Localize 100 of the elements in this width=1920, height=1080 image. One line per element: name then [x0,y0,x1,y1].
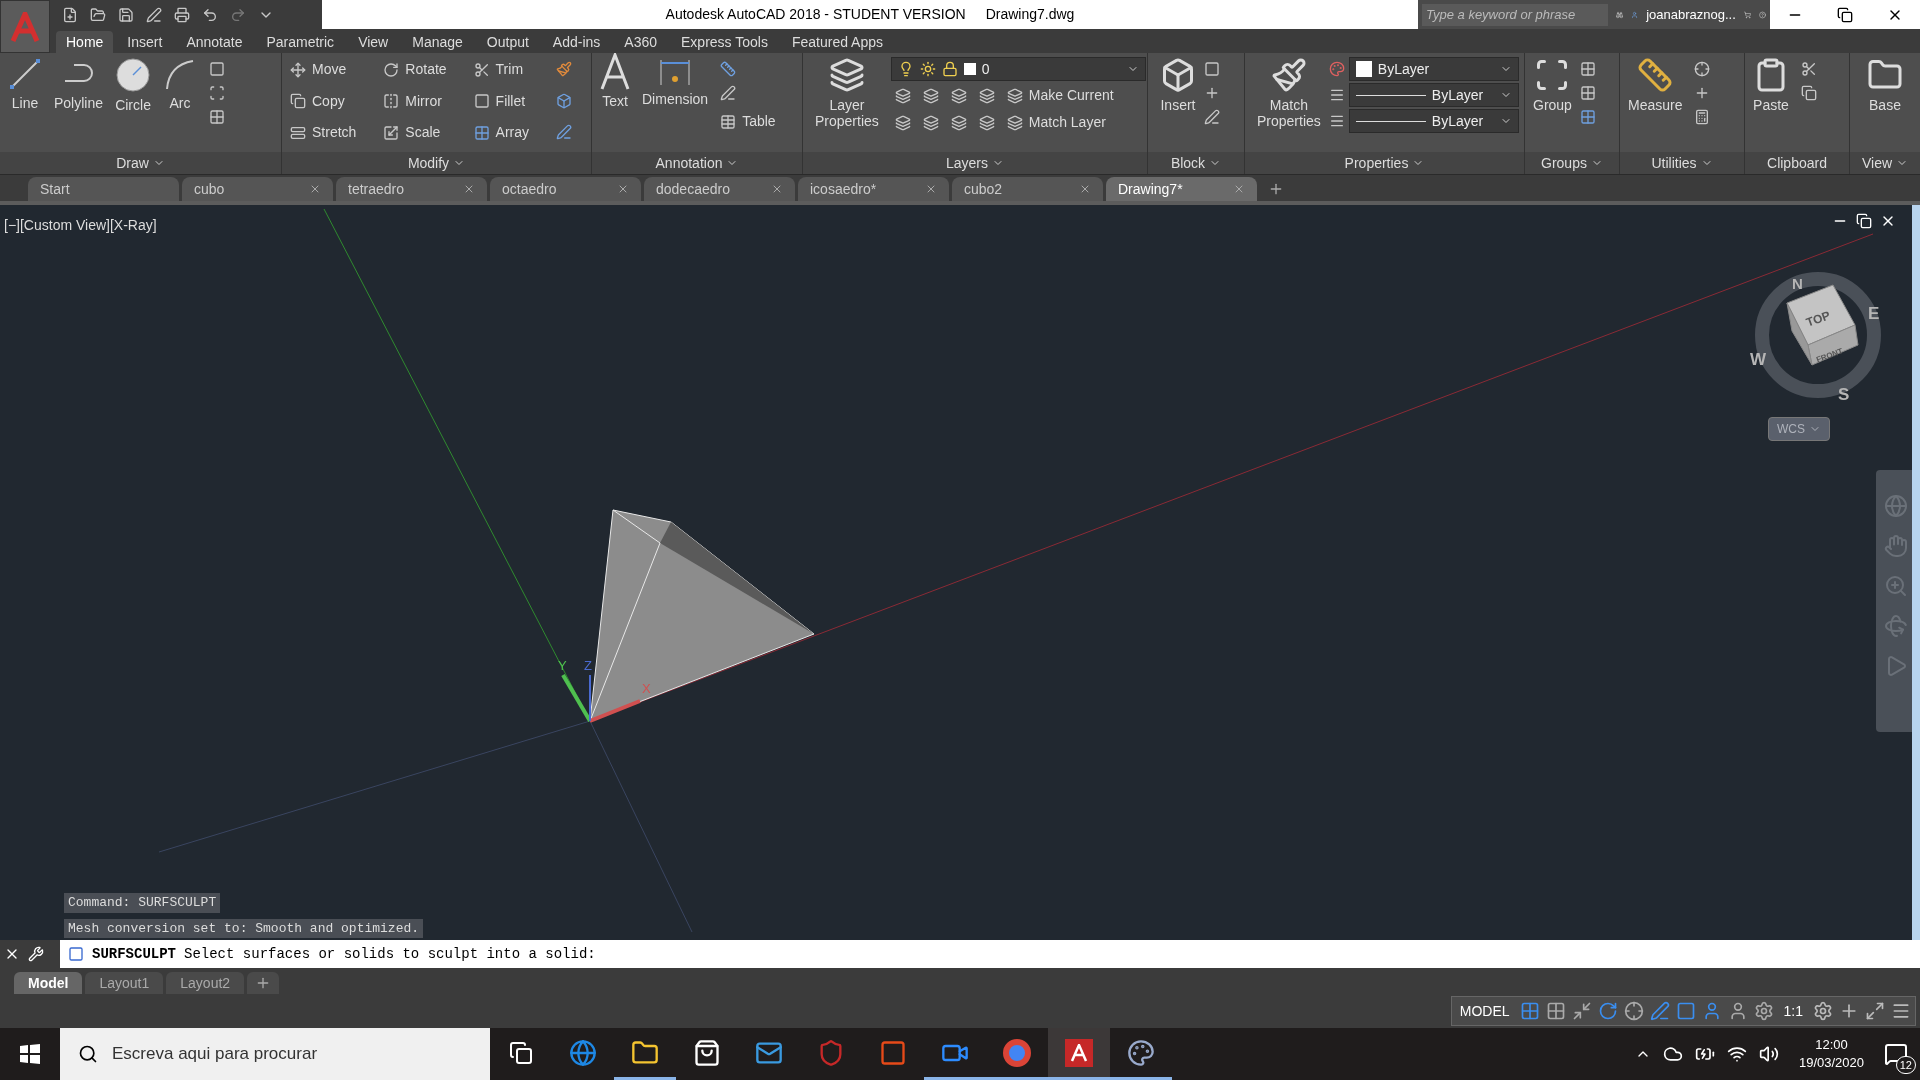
close-tab-icon[interactable] [617,183,629,195]
cut-icon[interactable] [1801,61,1817,77]
ribbon-tab[interactable]: Home [56,31,114,53]
user-name[interactable]: joanabraznog... [1646,4,1736,25]
scale-icon[interactable] [383,124,400,141]
restore-icon[interactable] [1837,6,1853,23]
region-icon[interactable] [209,109,226,125]
ribbon-tool-button[interactable]: Move [290,57,368,82]
match-properties-icon[interactable] [1270,57,1307,93]
viewport-label[interactable]: [−][Custom View][X-Ray] [4,217,157,233]
document-tab[interactable]: cubo [182,177,333,201]
linetype-icon[interactable] [1328,113,1345,129]
grid-icon[interactable] [473,124,490,141]
document-tab[interactable]: cubo2 [952,177,1103,201]
add-layout-button[interactable] [247,972,280,994]
menu-icon[interactable] [1891,1001,1911,1021]
ribbon-tab[interactable]: Parametric [256,31,345,53]
status-toggle-icon[interactable] [1519,1001,1540,1021]
ribbon-tab[interactable]: Manage [402,31,473,53]
autocad-icon[interactable] [1065,1038,1093,1067]
ribbon-tab[interactable]: Output [476,31,539,53]
folder-icon[interactable] [631,1038,659,1067]
windows-logo-icon[interactable] [20,1044,40,1064]
save-icon[interactable] [118,6,134,23]
scrollbar[interactable] [1912,205,1920,940]
document-tab[interactable]: octaedro [490,177,641,201]
rotate-icon[interactable] [383,61,400,78]
ribbon-tool-button[interactable]: Fillet [473,88,540,114]
panel-title[interactable]: Layers [946,152,988,174]
ribbon-tool-button[interactable]: Text [600,53,630,152]
make-current-icon[interactable] [1006,87,1023,104]
close-tab-icon[interactable] [771,183,783,195]
palette-icon[interactable] [1127,1038,1155,1067]
offset-icon[interactable] [556,124,572,141]
ribbon-tool-button[interactable]: Make Current [1006,83,1114,108]
layer-on-icon[interactable] [894,114,911,131]
color-wheel-icon[interactable] [1328,61,1345,77]
close-tab-icon[interactable] [463,183,475,195]
copy-clip-icon[interactable] [1801,85,1817,101]
layer-off-icon[interactable] [894,87,911,104]
copy-icon[interactable] [290,93,306,110]
volume-icon[interactable] [1758,1044,1779,1064]
ribbon-tool-button[interactable]: Layer Properties [811,53,883,152]
new-file-icon[interactable] [62,6,78,23]
layer-unisolate-icon[interactable] [922,114,939,131]
document-tab[interactable]: Start [28,177,179,201]
app-menu-button[interactable] [0,0,50,53]
wifi-icon[interactable] [1726,1044,1747,1064]
help-search-field[interactable]: Type a keyword or phrase [1422,3,1608,26]
layout-tab[interactable]: Layout2 [166,972,245,994]
ribbon-tool-button[interactable]: Group [1529,53,1576,152]
close-tab-icon[interactable] [1079,183,1091,195]
layer-freeze-icon[interactable] [950,87,967,104]
layout-tab[interactable]: Layout1 [85,972,164,994]
layout-tab[interactable]: Model [14,972,83,994]
ribbon-tool-button[interactable]: Rotate [383,57,458,82]
status-toggle-icon[interactable] [1675,1001,1696,1021]
ungroup-icon[interactable] [1579,61,1596,77]
ribbon-tool-button[interactable]: Table [720,109,776,134]
document-tab[interactable]: Drawing7* [1106,177,1257,201]
layers-icon[interactable] [828,57,865,93]
lineweight-icon[interactable] [1328,87,1345,103]
ribbon-tab[interactable]: Express Tools [671,31,778,53]
table-icon[interactable] [720,113,737,130]
rectangle-icon[interactable] [209,61,226,77]
layer-lock-icon[interactable] [978,87,995,104]
layer-thaw-icon[interactable] [950,114,967,131]
sun-icon[interactable] [919,61,936,77]
clock-date[interactable]: 19/03/2020 [1798,1054,1864,1072]
document-tab[interactable]: icosaedro* [798,177,949,201]
ribbon-tool-button[interactable]: Stretch [290,120,368,146]
fullscreen-icon[interactable] [1865,1001,1885,1021]
document-tab[interactable]: dodecaedro [644,177,795,201]
insert-block-icon[interactable] [1160,57,1196,93]
ribbon-tool-button[interactable]: Insert [1156,53,1200,152]
shopping-bag-icon[interactable] [693,1038,721,1067]
leader-icon[interactable] [720,85,737,101]
layer-dropdown[interactable]: 0 [890,57,1146,81]
undo-icon[interactable] [202,6,218,23]
new-tab-icon[interactable] [1268,181,1284,197]
layer-unlock-icon[interactable] [978,114,995,131]
ribbon-tool-button[interactable]: Mirror [383,88,458,114]
match-layer-icon[interactable] [1006,114,1023,131]
calculator-icon[interactable] [1694,109,1711,125]
group-select-icon[interactable] [1579,109,1596,125]
ribbon-tab[interactable]: Featured Apps [781,31,893,53]
ribbon-tool-button[interactable]: Base [1863,53,1907,152]
status-toggle-icon[interactable] [1649,1001,1670,1021]
ribbon-tab[interactable]: Annotate [176,31,253,53]
ribbon-tool-button[interactable]: Match Properties [1253,53,1325,152]
box-icon[interactable] [556,92,572,109]
ribbon-tool-button[interactable]: Line [4,53,46,152]
wrench-icon[interactable] [28,946,44,962]
brush-icon[interactable] [556,61,572,77]
ribbon-tool-button[interactable]: Dimension [638,53,713,152]
close-tab-icon[interactable] [309,183,321,195]
status-toggle-icon[interactable] [1571,1001,1592,1021]
ribbon-tool-button[interactable]: Trim [473,57,540,82]
ribbon-tool-button[interactable]: Match Layer [1006,110,1106,135]
ribbon-tool-button[interactable]: Scale [383,120,458,146]
